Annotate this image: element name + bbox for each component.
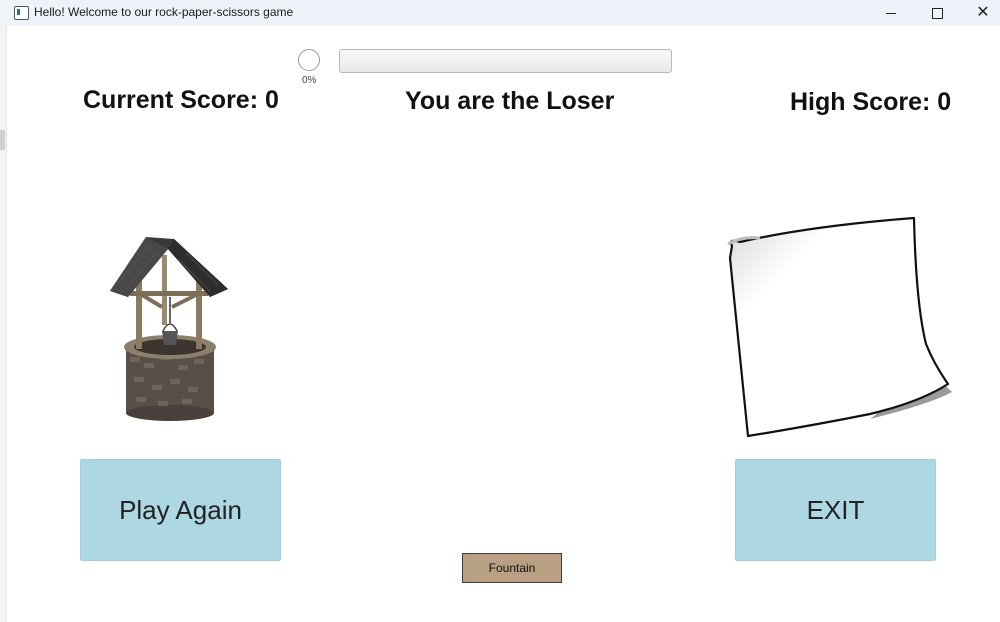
window-title: Hello! Welcome to our rock-paper-scissor… bbox=[34, 5, 294, 19]
minimize-button[interactable] bbox=[868, 0, 914, 26]
progress-percent: 0% bbox=[302, 75, 317, 86]
close-button[interactable]: ✕ bbox=[960, 0, 1000, 26]
progress-indicator-circle bbox=[298, 49, 320, 71]
minimize-icon bbox=[886, 12, 896, 14]
maximize-icon bbox=[931, 7, 943, 19]
paper-sheet-icon bbox=[727, 216, 952, 438]
app-icon bbox=[14, 6, 29, 20]
result-status: You are the Loser bbox=[405, 87, 615, 115]
high-score: High Score: 0 bbox=[790, 88, 952, 116]
background-window-fragment bbox=[0, 130, 5, 150]
maximize-button[interactable] bbox=[914, 0, 960, 26]
progress-bar bbox=[339, 49, 672, 73]
fountain-button[interactable]: Fountain bbox=[462, 553, 562, 583]
wishing-well-icon bbox=[110, 237, 228, 421]
title-bar: Hello! Welcome to our rock-paper-scissor… bbox=[6, 0, 1000, 26]
close-icon: ✕ bbox=[976, 4, 990, 21]
current-score: Current Score: 0 bbox=[83, 86, 279, 114]
exit-button[interactable]: EXIT bbox=[735, 459, 936, 561]
play-again-button[interactable]: Play Again bbox=[80, 459, 281, 561]
background-window-edge bbox=[0, 0, 7, 622]
